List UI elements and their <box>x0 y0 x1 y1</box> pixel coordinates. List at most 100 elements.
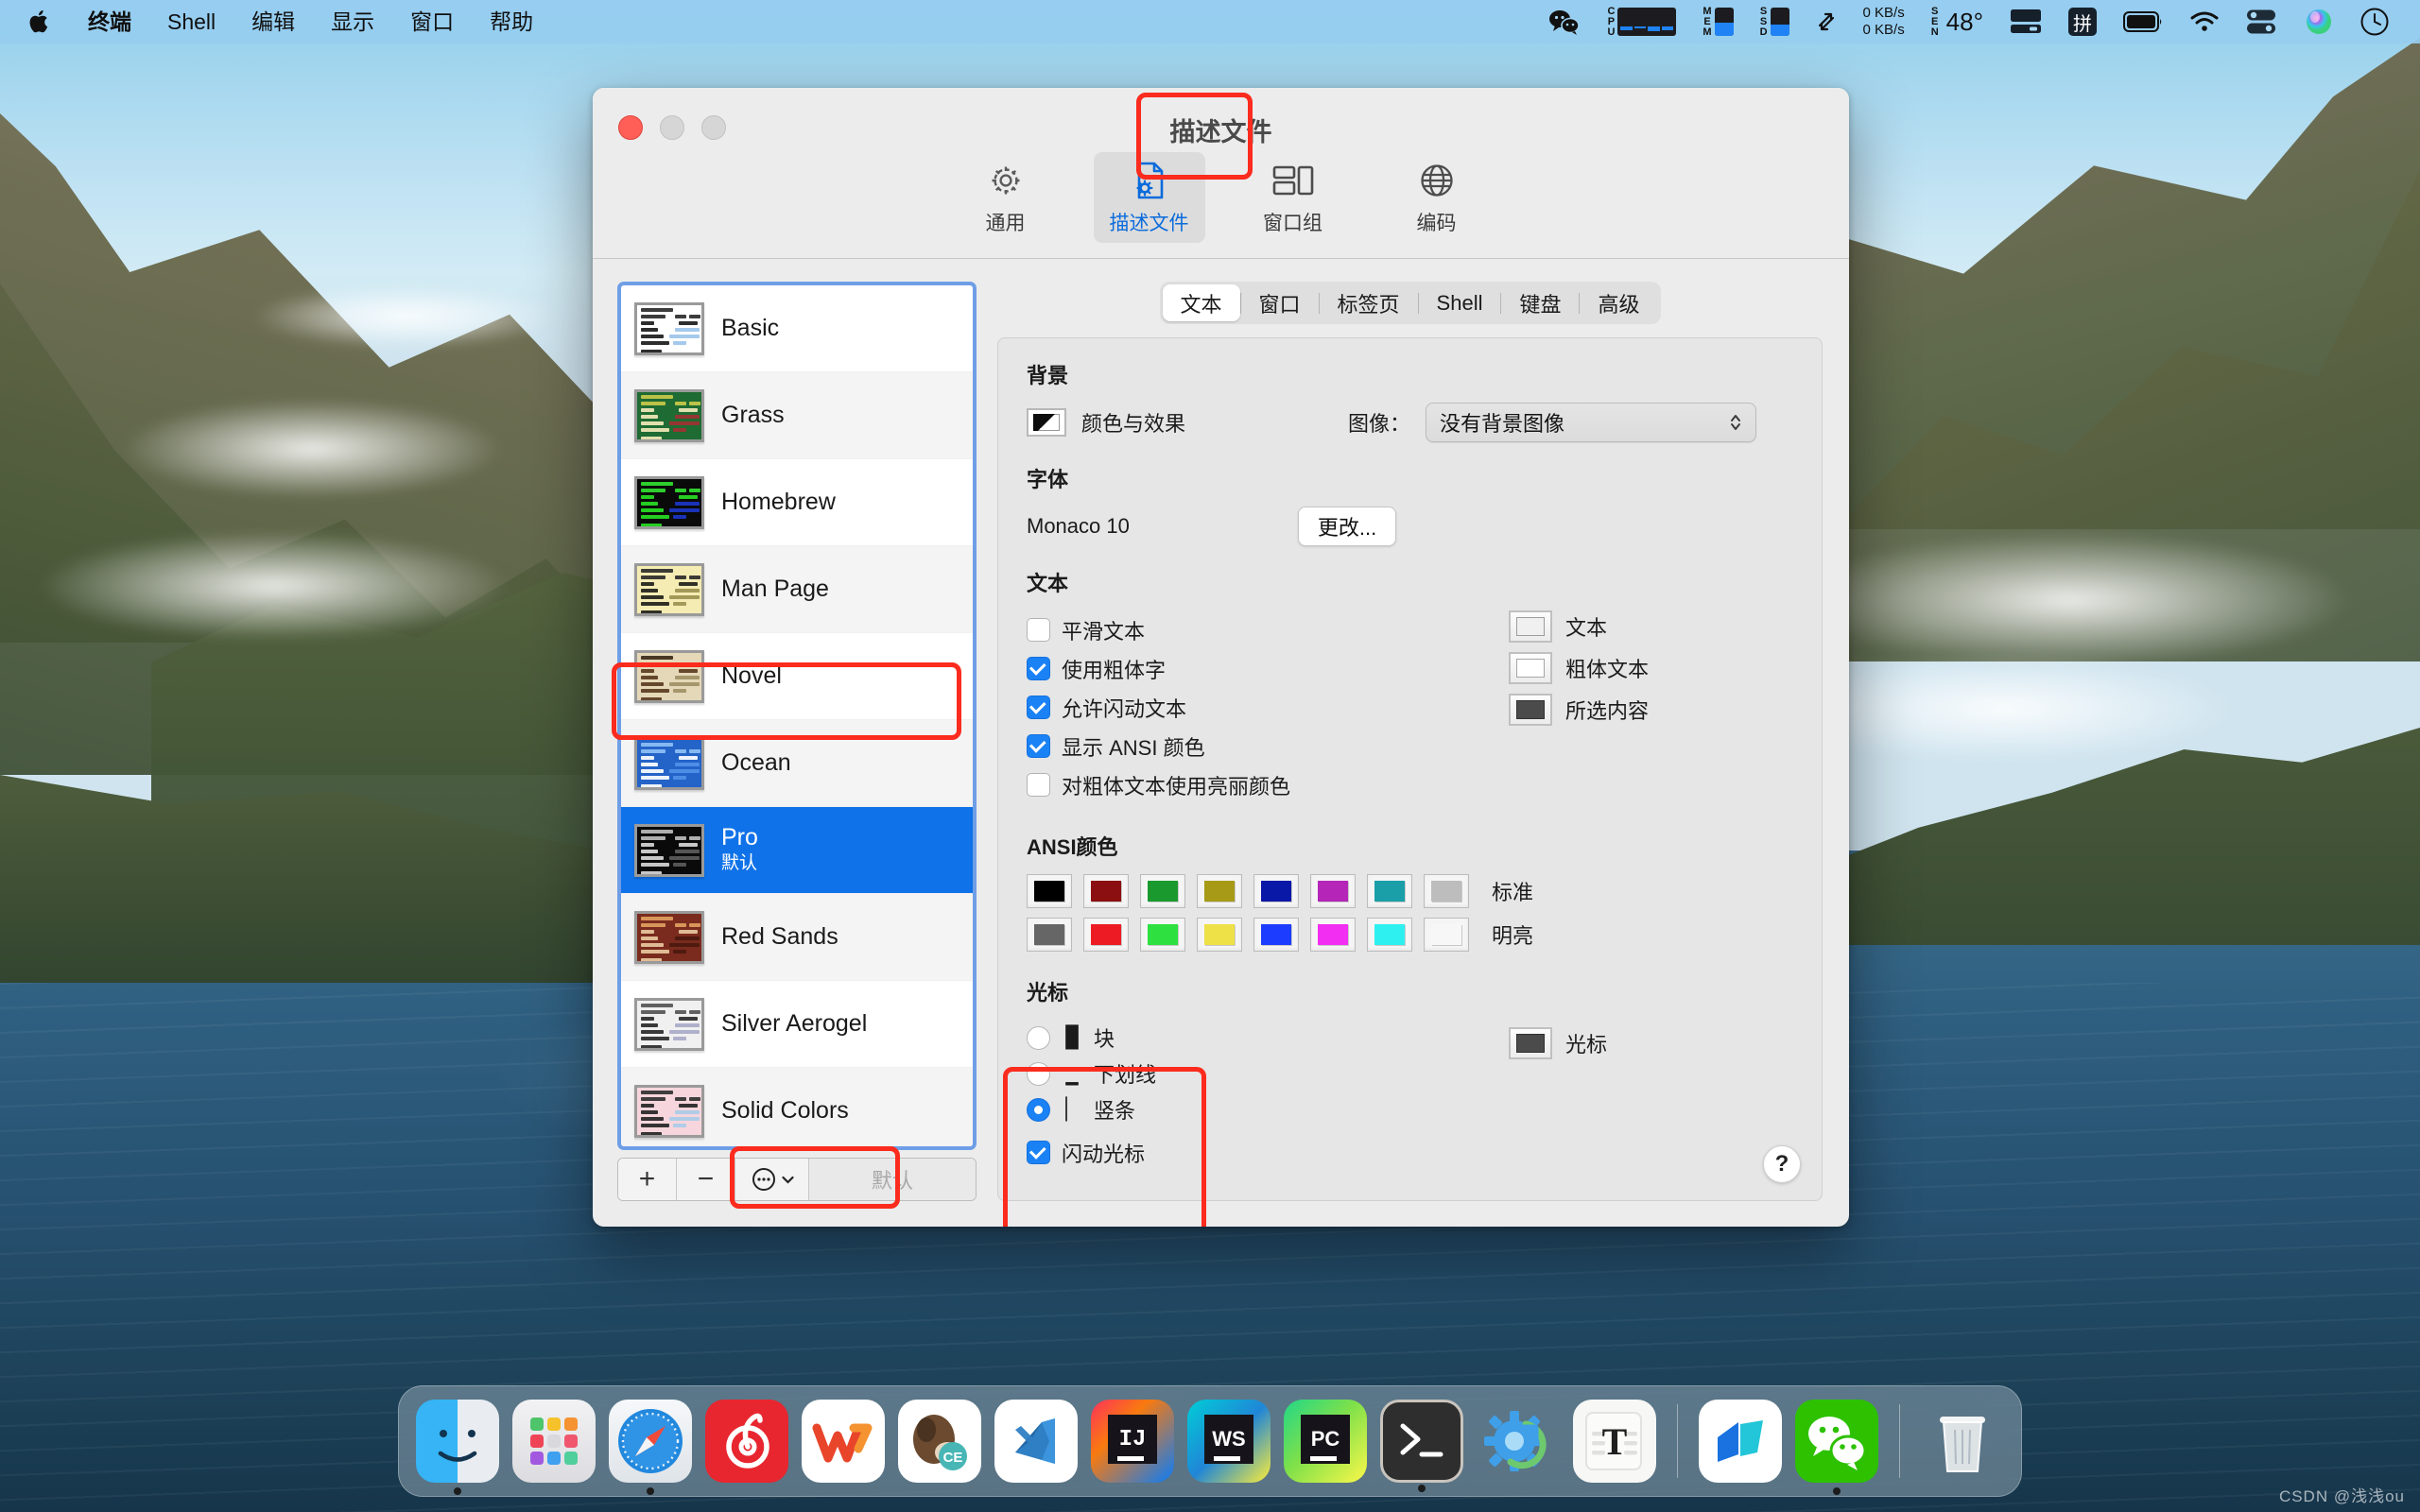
cursor-color-swatch[interactable] <box>1509 1027 1552 1059</box>
checkbox-checked-icon[interactable] <box>1027 696 1050 719</box>
input-method-icon[interactable]: 拼 <box>2055 0 2110 43</box>
radio-unselected-icon[interactable] <box>1027 1061 1050 1086</box>
color-swatch[interactable] <box>1509 652 1552 684</box>
color-swatch-row[interactable]: 文本 <box>1509 610 1649 643</box>
dock-item-safari[interactable] <box>609 1400 692 1495</box>
control-center-icon[interactable] <box>2233 0 2291 43</box>
ansi-normal-swatch-5[interactable] <box>1310 874 1356 908</box>
tab-文本[interactable]: 文本 <box>1162 284 1240 321</box>
toolbar-tab-window-groups[interactable]: 窗口组 <box>1237 152 1349 243</box>
set-default-button[interactable]: 默认 <box>809 1159 976 1200</box>
ansi-normal-swatch-3[interactable] <box>1197 874 1242 908</box>
checkbox-row[interactable]: 允许闪动文本 <box>1027 688 1471 727</box>
dock-item-dingtalk[interactable] <box>1699 1400 1782 1483</box>
checkbox-unchecked-icon[interactable] <box>1027 773 1050 797</box>
checkbox-checked-icon[interactable] <box>1027 734 1050 758</box>
radio-selected-icon[interactable] <box>1027 1097 1050 1122</box>
dock-item-wps-office[interactable] <box>802 1400 885 1483</box>
profile-row-ocean[interactable]: Ocean <box>621 720 973 807</box>
tab-标签页[interactable]: 标签页 <box>1320 284 1418 321</box>
profile-row-solid-colors[interactable]: Solid Colors <box>621 1068 973 1146</box>
ansi-bright-swatch-1[interactable] <box>1083 918 1129 952</box>
color-swatch[interactable] <box>1509 610 1552 643</box>
dock-item-netease-music[interactable] <box>705 1400 788 1483</box>
ansi-normal-swatch-0[interactable] <box>1027 874 1072 908</box>
ansi-normal-swatch-4[interactable] <box>1253 874 1299 908</box>
tab-shell[interactable]: Shell <box>1419 284 1501 321</box>
profile-row-silver-aerogel[interactable]: Silver Aerogel <box>621 981 973 1068</box>
ansi-bright-swatch-7[interactable] <box>1424 918 1469 952</box>
ansi-bright-swatch-2[interactable] <box>1140 918 1185 952</box>
ansi-bright-swatch-5[interactable] <box>1310 918 1356 952</box>
dock-item-wechat[interactable] <box>1795 1400 1878 1495</box>
cursor-option-row[interactable]: ▏ 竖条 <box>1027 1091 1471 1127</box>
color-swatch[interactable] <box>1509 694 1552 726</box>
battery-icon[interactable] <box>2110 0 2176 43</box>
siri-icon[interactable] <box>2291 0 2346 43</box>
network-speed-indicator[interactable]: 0 KB/s 0 KB/s <box>1850 0 1918 43</box>
profile-row-homebrew[interactable]: Homebrew <box>621 459 973 546</box>
toolbar-tab-profiles[interactable]: 描述文件 <box>1093 152 1205 243</box>
ansi-bright-swatch-3[interactable] <box>1197 918 1242 952</box>
ssd-usage-indicator[interactable]: SSD <box>1747 0 1803 43</box>
add-profile-button[interactable]: + <box>618 1159 677 1200</box>
help-button[interactable]: ? <box>1763 1145 1801 1183</box>
color-swatch-row[interactable]: 粗体文本 <box>1509 652 1649 684</box>
menu-item-terminal[interactable]: 终端 <box>70 0 149 43</box>
ansi-normal-swatches[interactable] <box>1027 874 1469 908</box>
checkbox-checked-icon[interactable] <box>1027 1141 1050 1164</box>
profile-row-pro[interactable]: Pro 默认 <box>621 807 973 894</box>
dock-item-system-settings[interactable] <box>1477 1400 1560 1483</box>
ansi-normal-swatch-1[interactable] <box>1083 874 1129 908</box>
ansi-normal-swatch-6[interactable] <box>1367 874 1412 908</box>
profile-row-man-page[interactable]: Man Page <box>621 546 973 633</box>
cursor-option-row[interactable]: █ 块 <box>1027 1020 1471 1056</box>
wifi-icon[interactable] <box>2176 0 2233 43</box>
profile-row-grass[interactable]: Grass <box>621 372 973 459</box>
change-font-button[interactable]: 更改... <box>1297 507 1397 546</box>
profile-actions-menu-button[interactable] <box>735 1159 809 1200</box>
ansi-bright-swatches[interactable] <box>1027 918 1469 952</box>
ansi-bright-swatch-6[interactable] <box>1367 918 1412 952</box>
checkbox-row[interactable]: 使用粗体字 <box>1027 649 1471 688</box>
dock-item-webstorm[interactable]: WS <box>1187 1400 1270 1483</box>
color-swatch-row[interactable]: 所选内容 <box>1509 694 1649 726</box>
ansi-bright-swatch-4[interactable] <box>1253 918 1299 952</box>
dock-item-terminal[interactable] <box>1380 1400 1463 1492</box>
toolbar-tab-encodings[interactable]: 编码 <box>1381 152 1493 243</box>
dock-item-pycharm[interactable]: PC <box>1284 1400 1367 1483</box>
profile-row-red-sands[interactable]: Red Sands <box>621 894 973 981</box>
profiles-list[interactable]: Basic Grass Homebrew Man Page Novel Ocean Pro 默… <box>617 282 977 1150</box>
dock-item-vscode[interactable] <box>994 1400 1078 1483</box>
apple-logo-icon[interactable] <box>21 9 70 35</box>
ansi-bright-swatch-0[interactable] <box>1027 918 1072 952</box>
sensor-temperature-indicator[interactable]: SEN 48° <box>1918 0 1996 43</box>
settings-tabbar[interactable]: 文本 窗口 标签页 Shell 键盘 高级 <box>1159 282 1661 324</box>
menu-item-help[interactable]: 帮助 <box>472 0 551 43</box>
cursor-option-row[interactable]: ▁ 下划线 <box>1027 1056 1471 1091</box>
profile-row-novel[interactable]: Novel <box>621 633 973 720</box>
menu-item-view[interactable]: 显示 <box>313 0 392 43</box>
memory-usage-indicator[interactable]: MEM <box>1689 0 1746 43</box>
checkbox-row[interactable]: 平滑文本 <box>1027 610 1471 649</box>
checkbox-row[interactable]: 显示 ANSI 颜色 <box>1027 727 1471 765</box>
background-color-swatch[interactable] <box>1027 408 1066 437</box>
toolbar-tab-general[interactable]: 通用 <box>950 152 1062 243</box>
menu-item-edit[interactable]: 编辑 <box>233 0 313 43</box>
checkbox-row[interactable]: 对粗体文本使用亮丽颜色 <box>1027 765 1471 804</box>
radio-unselected-icon[interactable] <box>1027 1025 1050 1050</box>
clock-icon[interactable] <box>2346 0 2403 43</box>
menu-item-shell[interactable]: Shell <box>149 0 233 43</box>
dock-item-intellij-idea[interactable]: IJ <box>1091 1400 1174 1483</box>
profile-row-basic[interactable]: Basic <box>621 285 973 372</box>
dock-item-finder[interactable] <box>416 1400 499 1495</box>
tab-高级[interactable]: 高级 <box>1580 284 1657 321</box>
dock-item-typora[interactable]: T <box>1573 1400 1656 1483</box>
dock-item-launchpad[interactable] <box>512 1400 596 1483</box>
background-image-select[interactable]: 没有背景图像 <box>1426 403 1757 442</box>
tab-键盘[interactable]: 键盘 <box>1501 284 1579 321</box>
ansi-normal-swatch-7[interactable] <box>1424 874 1469 908</box>
cpu-usage-indicator[interactable]: CPU <box>1594 0 1689 43</box>
cursor-blink-row[interactable]: 闪动光标 <box>1027 1133 1471 1172</box>
tab-窗口[interactable]: 窗口 <box>1241 284 1319 321</box>
